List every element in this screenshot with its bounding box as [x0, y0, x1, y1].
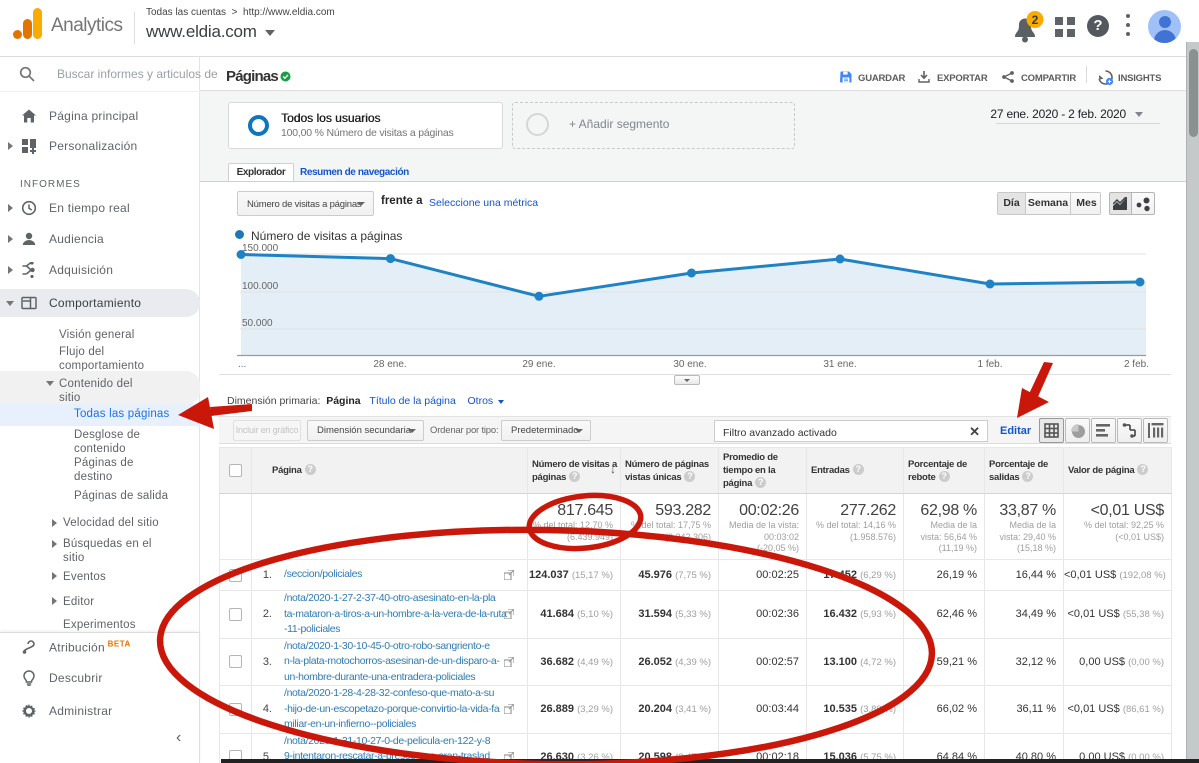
- svg-text:1 feb.: 1 feb.: [977, 359, 1002, 370]
- svg-text:2: 2: [1032, 13, 1039, 27]
- svg-text:2 feb.: 2 feb.: [1124, 359, 1149, 370]
- svg-text:...: ...: [238, 359, 246, 370]
- svg-text:29 ene.: 29 ene.: [522, 359, 555, 370]
- svg-text:150.000: 150.000: [242, 243, 279, 254]
- svg-text:100.000: 100.000: [242, 281, 279, 292]
- svg-text:50.000: 50.000: [242, 318, 273, 329]
- svg-text:28 ene.: 28 ene.: [373, 359, 406, 370]
- svg-text:31 ene.: 31 ene.: [823, 359, 856, 370]
- svg-text:30 ene.: 30 ene.: [673, 359, 706, 370]
